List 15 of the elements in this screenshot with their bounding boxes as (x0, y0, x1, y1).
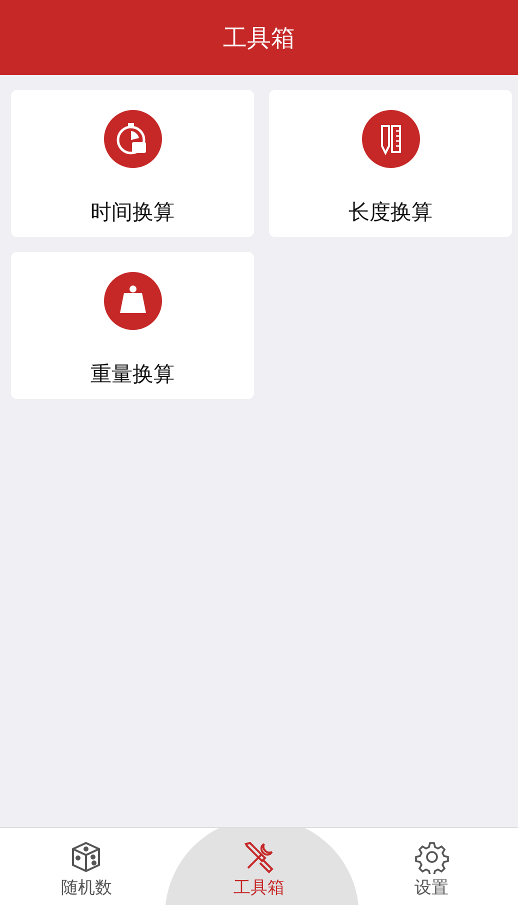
settings-icon (414, 840, 449, 874)
tool-card[interactable]: 时间换算 (11, 90, 254, 237)
page-title: 工具箱 (223, 22, 295, 54)
tool-label: 时间换算 (90, 199, 174, 226)
weight-icon (104, 272, 162, 330)
stopwatch-icon (104, 110, 162, 168)
tool-card[interactable]: 长度换算 (269, 90, 512, 237)
wrench-screwdriver-icon (242, 840, 276, 874)
tool-label: 长度换算 (348, 199, 432, 226)
tab-button[interactable]: 设置 (345, 828, 518, 905)
tab-button[interactable]: 工具箱 (172, 828, 346, 905)
ruler-pencil-icon (362, 110, 420, 168)
tab-button[interactable]: 随机数 (0, 828, 173, 905)
tool-label: 重量换算 (90, 361, 174, 388)
tool-card[interactable]: 重量换算 (11, 252, 254, 399)
